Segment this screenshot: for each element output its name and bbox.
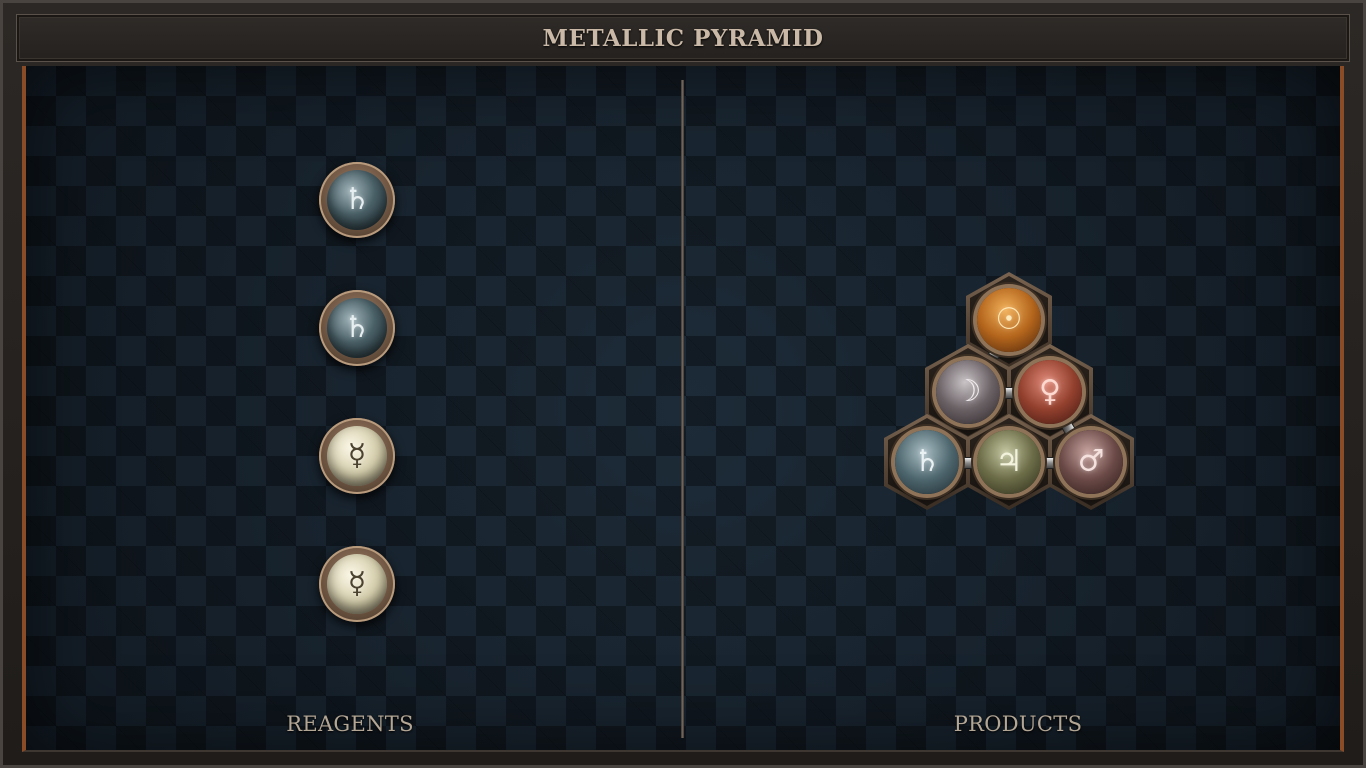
quicksilver-marble: ☿ <box>327 426 387 486</box>
lead-symbol-icon: ♄ <box>343 182 371 217</box>
lead-atom: ♄ <box>895 430 959 494</box>
title-bar: METALLIC PYRAMID <box>16 14 1350 62</box>
copper-symbol-icon: ♀ <box>1039 374 1061 409</box>
quicksilver-symbol-icon: ☿ <box>347 566 367 601</box>
silver-symbol-icon: ☽ <box>954 374 982 409</box>
tin-symbol-icon: ♃ <box>995 444 1023 479</box>
iron-symbol-icon: ♂ <box>1077 444 1105 479</box>
quicksilver-symbol-icon: ☿ <box>347 438 367 473</box>
lead-marble: ♄ <box>327 170 387 230</box>
products-label: PRODUCTS <box>953 712 1083 736</box>
reagents-label: REAGENTS <box>286 712 414 736</box>
reagent-quicksilver-2[interactable]: ☿ <box>319 546 395 622</box>
lead-symbol-icon: ♄ <box>913 444 941 479</box>
gold-symbol-icon: ☉ <box>995 302 1023 337</box>
reagent-lead-2[interactable]: ♄ <box>319 290 395 366</box>
reagent-quicksilver-1[interactable]: ☿ <box>319 418 395 494</box>
tin-atom: ♃ <box>977 430 1041 494</box>
iron-atom: ♂ <box>1059 430 1123 494</box>
pane-divider <box>681 80 684 738</box>
copper-atom: ♀ <box>1018 360 1082 424</box>
gold-atom: ☉ <box>977 288 1041 352</box>
reagent-lead-1[interactable]: ♄ <box>319 162 395 238</box>
puzzle-title: METALLIC PYRAMID <box>542 25 824 52</box>
quicksilver-marble: ☿ <box>327 554 387 614</box>
silver-atom: ☽ <box>936 360 1000 424</box>
lead-symbol-icon: ♄ <box>343 310 371 345</box>
lead-marble: ♄ <box>327 298 387 358</box>
